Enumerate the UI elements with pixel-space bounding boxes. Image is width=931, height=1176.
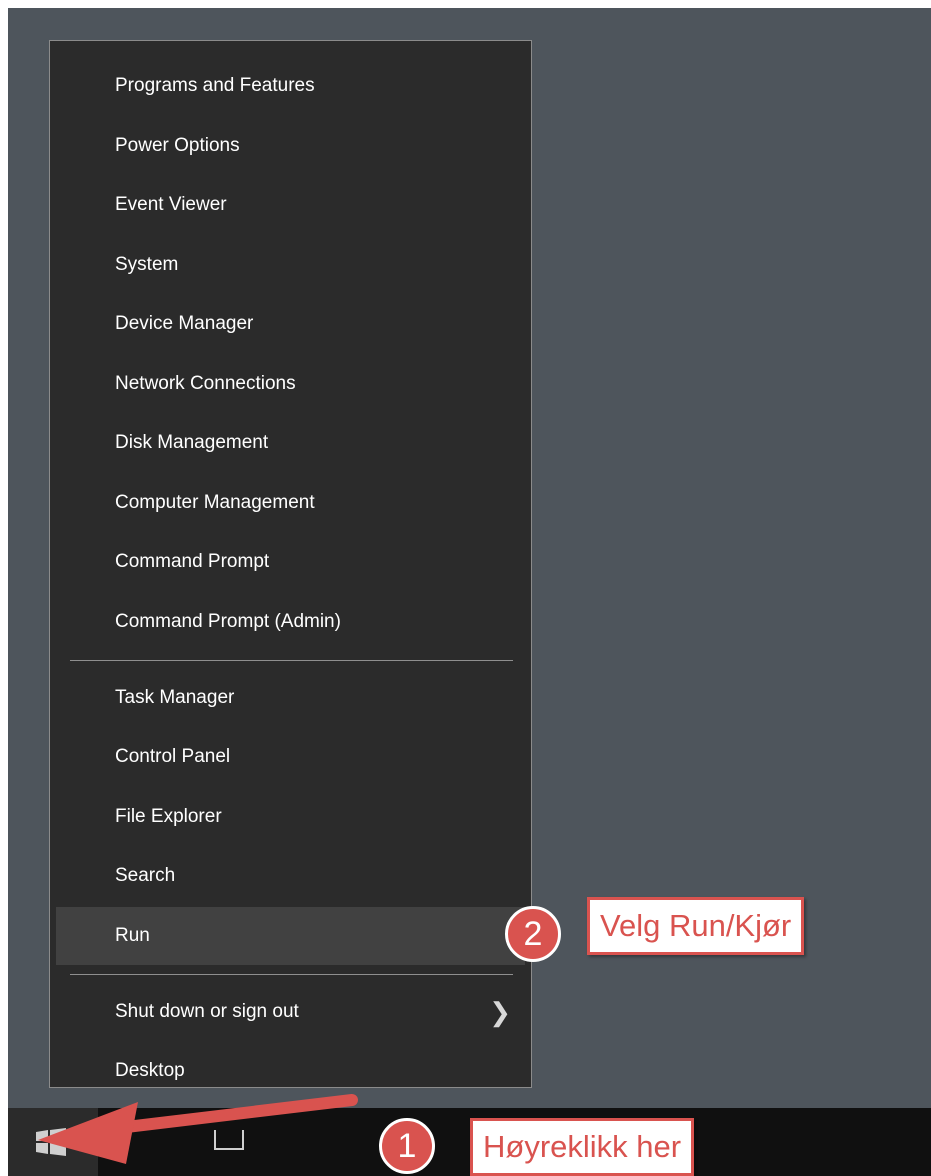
callout-right-click-here: Høyreklikk her [470, 1118, 695, 1176]
annotation-arrow [38, 1094, 358, 1164]
step-badge-1: 1 [379, 1118, 435, 1174]
callout-choose-run: Velg Run/Kjør [587, 897, 805, 955]
step-badge-2: 2 [505, 906, 561, 962]
